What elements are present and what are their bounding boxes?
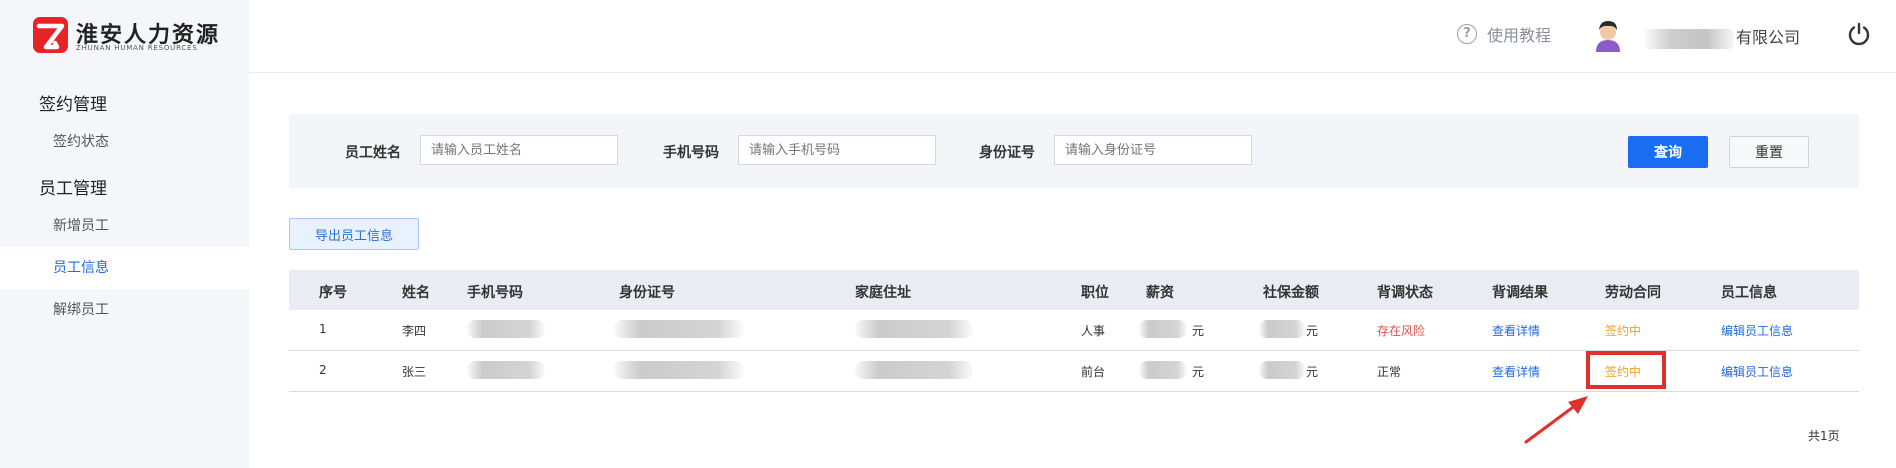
brand-subtitle: ZHUNAN HUMAN RESOURCES [76, 44, 198, 52]
redacted-social [1259, 320, 1305, 338]
brand-logo-icon [33, 17, 68, 53]
cell-bg-status: 正常 [1377, 365, 1402, 379]
annotation-arrow-icon [1524, 396, 1588, 444]
redacted-address [855, 320, 973, 338]
phone-label: 手机号码 [663, 145, 719, 161]
company-name: 有限公司 [1644, 24, 1800, 49]
edit-employee-link[interactable]: 编辑员工信息 [1721, 322, 1793, 339]
cell-name: 李四 [402, 324, 427, 338]
redacted-salary [1139, 361, 1187, 379]
view-details-link[interactable]: 查看详情 [1492, 363, 1540, 380]
redacted-phone [467, 361, 545, 379]
cell-salary-unit: 元 [1192, 324, 1205, 338]
redacted-id [614, 361, 744, 379]
redacted-phone [467, 320, 545, 338]
view-details-link[interactable]: 查看详情 [1492, 322, 1540, 339]
page-count: 共1页 [1808, 429, 1840, 443]
question-circle-icon: ? [1457, 24, 1477, 44]
nav-group-signing: 签约管理 [39, 95, 107, 115]
nav-group-employee: 员工管理 [39, 179, 107, 199]
redacted-address [855, 361, 973, 379]
col-name: 姓名 [402, 285, 430, 301]
col-employee-info: 员工信息 [1721, 285, 1777, 301]
redacted-id [614, 320, 744, 338]
table-row: 1 李四 人事 元 元 存在风险 查看详情 签约中 编辑员工信息 [289, 310, 1859, 351]
power-icon[interactable] [1846, 21, 1872, 47]
cell-position: 人事 [1081, 324, 1106, 338]
col-position: 职位 [1081, 285, 1109, 301]
query-button[interactable]: 查询 [1628, 136, 1708, 168]
edit-employee-link[interactable]: 编辑员工信息 [1721, 363, 1793, 380]
avatar[interactable] [1593, 18, 1623, 52]
help-label: 使用教程 [1487, 26, 1552, 45]
cell-position: 前台 [1081, 365, 1106, 379]
help-link[interactable]: ? 使用教程 [1457, 22, 1551, 46]
cell-index: 2 [319, 363, 327, 377]
col-index: 序号 [319, 285, 347, 301]
sidebar-item-sign-status[interactable]: 签约状态 [0, 121, 249, 163]
company-name-visible: 有限公司 [1736, 28, 1801, 47]
redacted-salary [1139, 320, 1187, 338]
cell-salary-unit: 元 [1192, 365, 1205, 379]
col-bg-status: 背调状态 [1377, 285, 1433, 301]
brand-logo[interactable]: 淮安人力资源 ZHUNAN HUMAN RESOURCES [33, 17, 273, 57]
sidebar-item-employee-info[interactable]: 员工信息 [0, 247, 249, 289]
cell-social-unit: 元 [1306, 365, 1319, 379]
top-header: ? 使用教程 有限公司 [249, 0, 1896, 73]
col-social: 社保金额 [1263, 285, 1319, 301]
name-input[interactable] [420, 135, 618, 165]
redacted-mask [1644, 28, 1734, 49]
col-salary: 薪资 [1146, 285, 1174, 301]
col-bg-result: 背调结果 [1492, 285, 1548, 301]
search-panel: 员工姓名 手机号码 身份证号 查询 重置 [289, 114, 1859, 188]
highlight-box [1586, 351, 1666, 389]
sidebar: 淮安人力资源 ZHUNAN HUMAN RESOURCES 签约管理 签约状态 … [0, 0, 249, 468]
export-employee-button[interactable]: 导出员工信息 [289, 218, 419, 250]
sidebar-item-unbind-employee[interactable]: 解绑员工 [0, 289, 249, 331]
phone-input[interactable] [738, 135, 936, 165]
reset-button[interactable]: 重置 [1729, 136, 1809, 168]
cell-bg-status: 存在风险 [1377, 324, 1426, 338]
cell-index: 1 [319, 322, 327, 336]
id-label: 身份证号 [979, 145, 1035, 161]
col-phone: 手机号码 [467, 285, 523, 301]
name-label: 员工姓名 [345, 145, 401, 161]
col-contract: 劳动合同 [1605, 285, 1661, 301]
table-header: 序号 姓名 手机号码 身份证号 家庭住址 职位 薪资 社保金额 背调状态 背调结… [289, 270, 1859, 310]
cell-social-unit: 元 [1306, 324, 1319, 338]
cell-name: 张三 [402, 365, 427, 379]
col-id: 身份证号 [619, 285, 675, 301]
col-address: 家庭住址 [855, 285, 911, 301]
sidebar-item-add-employee[interactable]: 新增员工 [0, 205, 249, 247]
redacted-social [1259, 361, 1305, 379]
id-input[interactable] [1054, 135, 1252, 165]
contract-status[interactable]: 签约中 [1605, 322, 1641, 339]
